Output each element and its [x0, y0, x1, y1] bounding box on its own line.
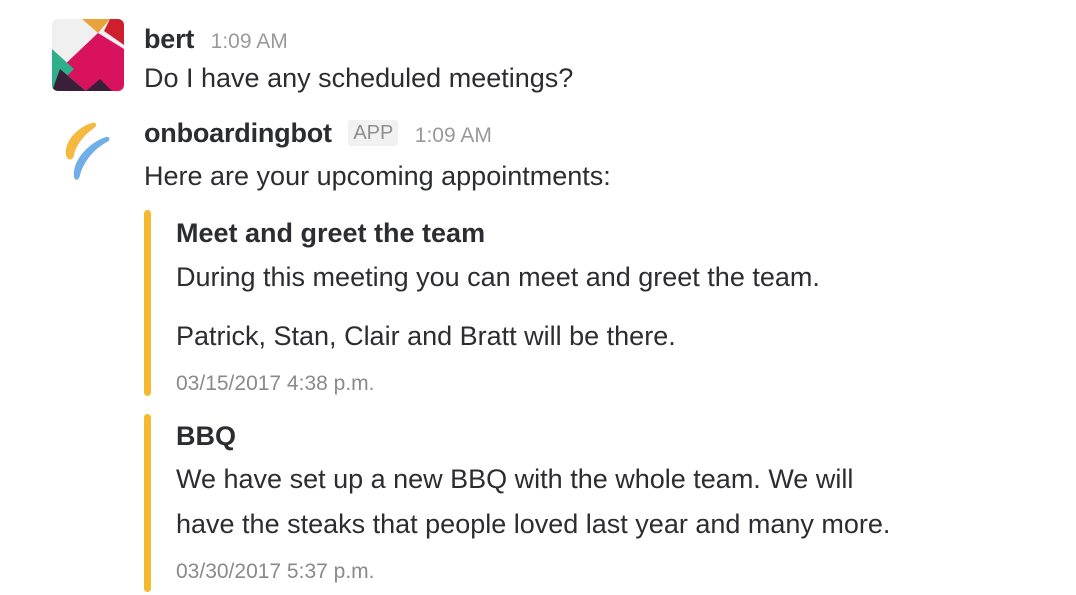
message-timestamp[interactable]: 1:09 AM [211, 30, 288, 53]
attachment-title: Meet and greet the team [176, 218, 486, 248]
attachment-text-line: Patrick, Stan, Clair and Bratt will be t… [176, 321, 676, 351]
user-avatar[interactable] [52, 19, 124, 91]
message-text: Do I have any scheduled meetings? [144, 63, 574, 93]
bot-avatar[interactable] [52, 115, 124, 187]
message-header: bert 1:09 AM [144, 24, 288, 55]
attachment-meet-and-greet: Meet and greet the team During this meet… [144, 210, 1024, 396]
attachment-title: BBQ [176, 421, 236, 451]
message-header: onboardingbot APP 1:09 AM [144, 118, 492, 149]
username[interactable]: bert [144, 24, 194, 54]
attachment-text-line: During this meeting you can meet and gre… [176, 262, 820, 292]
attachment-color-bar [144, 414, 151, 592]
colorful-geometric-avatar-icon [52, 19, 124, 91]
attachment-footer-timestamp: 03/30/2017 5:37 p.m. [176, 560, 375, 583]
message-timestamp[interactable]: 1:09 AM [415, 124, 492, 147]
attachment-bbq: BBQ We have set up a new BBQ with the wh… [144, 414, 1024, 592]
attachment-text-line: have the steaks that people loved last y… [176, 509, 891, 539]
attachment-text-line: We have set up a new BBQ with the whole … [176, 464, 854, 494]
message-text: Here are your upcoming appointments: [144, 161, 611, 191]
app-badge: APP [348, 120, 399, 146]
brush-strokes-logo-icon [52, 115, 124, 187]
attachment-color-bar [144, 210, 151, 396]
attachment-footer-timestamp: 03/15/2017 4:38 p.m. [176, 372, 375, 395]
username[interactable]: onboardingbot [144, 118, 332, 148]
